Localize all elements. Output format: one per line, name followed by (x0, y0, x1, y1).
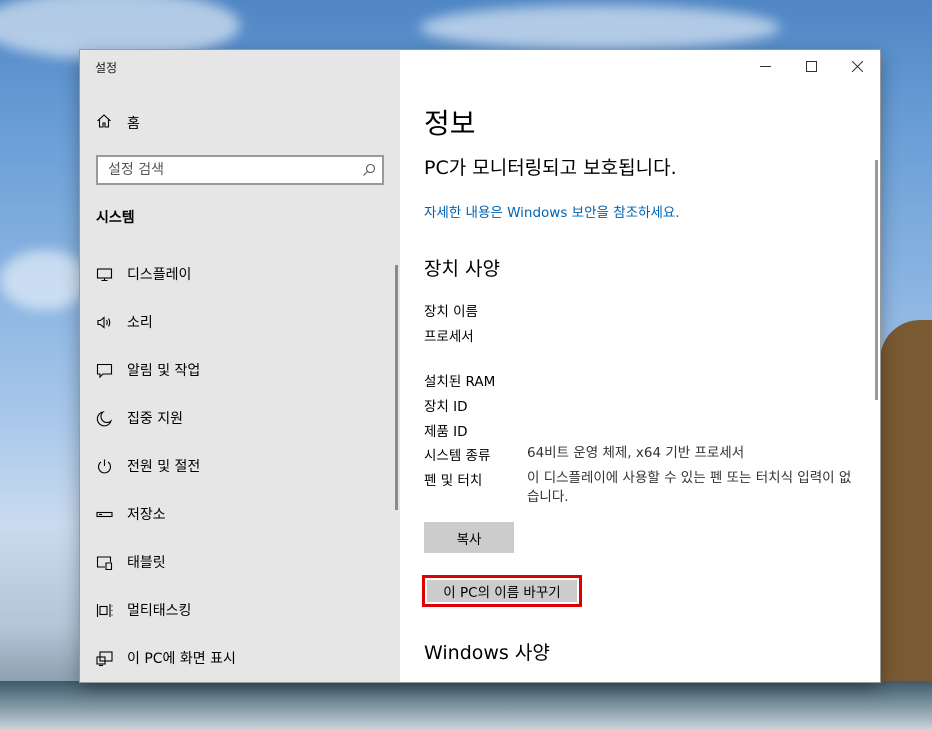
sidebar-item-label: 이 PC에 화면 표시 (127, 651, 236, 667)
wallpaper-sea (0, 681, 932, 729)
spec-label-ram: 설치된 RAM (424, 374, 496, 390)
search-box[interactable] (96, 155, 384, 185)
monitor-icon (95, 265, 113, 283)
sidebar-item-label: 저장소 (127, 507, 166, 523)
sidebar-item-label: 태블릿 (127, 555, 166, 571)
spec-label-processor: 프로세서 (424, 329, 474, 345)
spec-label-pen-touch: 펜 및 터치 (424, 473, 483, 489)
sidebar-item-sound[interactable]: 소리 (80, 298, 396, 346)
sidebar-nav: 디스플레이 소리 알림 및 작업 집중 지원 전원 및 절전 저장소 태블릿 멀… (80, 250, 396, 682)
sidebar-item-multitasking[interactable]: 멀티태스킹 (80, 586, 396, 634)
project-icon (95, 649, 113, 667)
power-icon (95, 457, 113, 475)
spec-label-device-name: 장치 이름 (424, 304, 478, 320)
sidebar-item-power[interactable]: 전원 및 절전 (80, 442, 396, 490)
sidebar-item-label: 알림 및 작업 (127, 363, 201, 379)
protection-status: PC가 모니터링되고 보호됩니다. (424, 157, 677, 179)
tablet-icon (95, 553, 113, 571)
sidebar-item-storage[interactable]: 저장소 (80, 490, 396, 538)
spec-value-system-type: 64비트 운영 체제, x64 기반 프로세서 (527, 445, 745, 461)
moon-icon (95, 409, 113, 427)
caption-buttons (742, 50, 880, 82)
home-label: 홈 (127, 116, 140, 132)
close-icon (851, 60, 863, 72)
spec-value-pen-touch: 이 디스플레이에 사용할 수 있는 펜 또는 터치식 입력이 없습니다. (527, 470, 852, 505)
spec-label-device-id: 장치 ID (424, 399, 468, 415)
windows-specs-heading: Windows 사양 (424, 642, 550, 664)
home-nav-item[interactable]: 홈 (96, 112, 140, 134)
sidebar-item-tablet[interactable]: 태블릿 (80, 538, 396, 586)
sidebar-item-notifications[interactable]: 알림 및 작업 (80, 346, 396, 394)
home-icon (96, 113, 112, 133)
minimize-button[interactable] (742, 50, 788, 82)
wallpaper-cloud (0, 250, 90, 310)
windows-security-link[interactable]: 자세한 내용은 Windows 보안을 참조하세요. (424, 201, 680, 221)
section-title: 시스템 (96, 210, 135, 226)
page-title: 정보 (424, 107, 476, 140)
sidebar-item-project-to-pc[interactable]: 이 PC에 화면 표시 (80, 634, 396, 682)
sidebar-item-label: 소리 (127, 315, 153, 331)
storage-icon (95, 505, 113, 523)
main-scrollbar[interactable] (875, 160, 878, 400)
main-content: 정보 PC가 모니터링되고 보호됩니다. 자세한 내용은 Windows 보안을… (400, 50, 880, 682)
search-icon[interactable] (356, 163, 382, 177)
rename-pc-button[interactable]: 이 PC의 이름 바꾸기 (427, 580, 577, 602)
rename-button-highlight: 이 PC의 이름 바꾸기 (422, 575, 582, 607)
search-input[interactable] (108, 162, 356, 178)
spec-label-product-id: 제품 ID (424, 424, 468, 440)
multitasking-icon (95, 601, 113, 619)
speaker-icon (95, 313, 113, 331)
settings-window: 설정 홈 시스템 디스플레이 (80, 50, 880, 682)
sidebar-item-label: 멀티태스킹 (127, 603, 192, 619)
sidebar-item-label: 디스플레이 (127, 267, 192, 283)
minimize-icon (759, 65, 771, 67)
notification-icon (95, 361, 113, 379)
wallpaper-cliff (880, 320, 932, 720)
maximize-button[interactable] (788, 50, 834, 82)
copy-button[interactable]: 복사 (424, 522, 514, 553)
sidebar-scrollbar[interactable] (395, 265, 398, 510)
sidebar-item-label: 전원 및 절전 (127, 459, 201, 475)
sidebar-item-focus-assist[interactable]: 집중 지원 (80, 394, 396, 442)
sidebar-item-label: 집중 지원 (127, 411, 183, 427)
sidebar: 설정 홈 시스템 디스플레이 (80, 50, 400, 682)
device-specs-heading: 장치 사양 (424, 258, 500, 280)
spec-label-system-type: 시스템 종류 (424, 448, 491, 464)
sidebar-item-display[interactable]: 디스플레이 (80, 250, 396, 298)
app-title: 설정 (95, 61, 118, 75)
wallpaper-cloud (420, 5, 780, 50)
maximize-icon (805, 60, 817, 72)
close-button[interactable] (834, 50, 880, 82)
